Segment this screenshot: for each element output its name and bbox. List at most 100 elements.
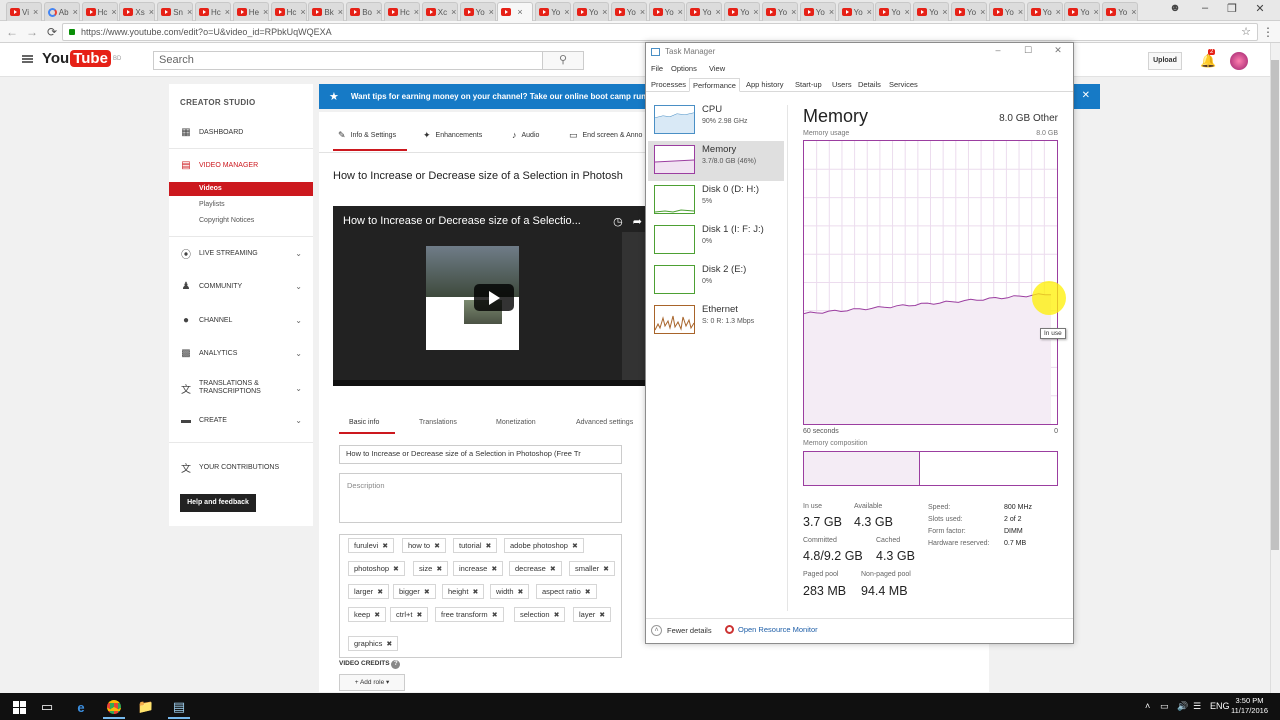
notifications-bell-icon[interactable]: 🔔 (1200, 53, 1216, 69)
close-tab-icon[interactable]: × (1093, 7, 1098, 17)
close-tab-icon[interactable]: × (263, 7, 268, 17)
remove-tag-icon[interactable]: ✖ (550, 566, 556, 573)
bookmark-star-icon[interactable]: ☆ (1241, 25, 1251, 38)
remove-tag-icon[interactable]: ✖ (436, 566, 442, 573)
browser-tab[interactable]: Vi × (6, 2, 42, 21)
task-view-icon[interactable]: ▭ (38, 698, 56, 716)
browser-tab[interactable]: Yo × (724, 2, 761, 21)
play-button[interactable] (474, 284, 514, 311)
remove-tag-icon[interactable]: ✖ (393, 566, 399, 573)
help-and-feedback-button[interactable]: Help and feedback (180, 494, 256, 512)
browser-tab[interactable]: × (497, 2, 534, 21)
resource-disk-0[interactable]: Disk 0 (D: H:) 5% (648, 181, 784, 221)
tag-chip[interactable]: layer ✖ (573, 607, 612, 622)
tag-chip[interactable]: aspect ratio ✖ (536, 584, 597, 599)
browser-tab[interactable]: Xc × (421, 2, 458, 21)
network-icon[interactable]: ▭ (1160, 701, 1169, 712)
browser-tab[interactable]: Yo × (799, 2, 836, 21)
edge-browser-icon[interactable]: e (72, 698, 90, 716)
browser-tab[interactable]: Bo × (346, 2, 383, 21)
remove-tag-icon[interactable]: ✖ (518, 589, 524, 596)
tab-basic-info[interactable]: Basic info (349, 419, 379, 426)
notification-icon[interactable]: ☰ (1193, 701, 1201, 712)
close-tab-icon[interactable]: × (942, 7, 947, 17)
browser-tab[interactable]: He × (232, 2, 269, 21)
sidebar-item-dashboard[interactable]: ▦ DASHBOARD (169, 124, 313, 140)
tag-chip[interactable]: photoshop ✖ (348, 561, 405, 576)
browser-tab[interactable]: Yo × (875, 2, 912, 21)
browser-tab[interactable]: Yo × (913, 2, 950, 21)
resource-cpu[interactable]: CPU 90% 2.98 GHz (648, 101, 784, 141)
remove-tag-icon[interactable]: ✖ (492, 612, 498, 619)
search-input[interactable]: Search (153, 51, 543, 70)
remove-tag-icon[interactable]: ✖ (603, 566, 609, 573)
browser-tab[interactable]: Yo × (1102, 2, 1139, 21)
player-title[interactable]: How to Increase or Decrease size of a Se… (343, 215, 581, 227)
browser-tab[interactable]: Hc × (195, 2, 231, 21)
add-role-button[interactable]: + Add role ▾ (339, 674, 405, 691)
fewer-details-button[interactable]: ˄ Fewer details (651, 625, 712, 636)
tag-chip[interactable]: adobe photoshop ✖ (504, 538, 584, 553)
close-tab-icon[interactable]: × (451, 7, 456, 17)
menu-view[interactable]: View (709, 64, 725, 73)
remove-tag-icon[interactable]: ✖ (386, 641, 392, 648)
browser-tab[interactable]: Yo × (988, 2, 1025, 21)
tag-chip[interactable]: how to ✖ (402, 538, 446, 553)
tab-processes[interactable]: Processes (648, 78, 689, 92)
browser-tab[interactable]: Hc × (81, 2, 118, 21)
close-tab-icon[interactable]: × (640, 7, 645, 17)
close-tab-icon[interactable]: × (300, 7, 305, 17)
tab-startup[interactable]: Start-up (792, 78, 825, 92)
close-tab-icon[interactable]: × (517, 7, 522, 17)
browser-tab[interactable]: Hc × (384, 2, 420, 21)
youtube-logo[interactable]: You Tube BD (42, 50, 121, 67)
tag-chip[interactable]: graphics ✖ (348, 636, 399, 651)
remove-tag-icon[interactable]: ✖ (424, 589, 430, 596)
remove-tag-icon[interactable]: ✖ (374, 612, 380, 619)
restore-icon[interactable]: ❐ (1220, 2, 1244, 15)
address-bar[interactable]: https://www.youtube.com/edit?o=U&video_i… (62, 23, 1258, 41)
close-tab-icon[interactable]: × (414, 7, 419, 17)
remove-tag-icon[interactable]: ✖ (599, 612, 605, 619)
close-tab-icon[interactable]: × (867, 7, 872, 17)
memory-composition-bar[interactable] (803, 451, 1058, 486)
browser-tab[interactable]: Yo × (459, 2, 496, 21)
chrome-menu-icon[interactable]: ⋮ (1262, 25, 1274, 39)
minimize-icon[interactable]: – (1193, 2, 1217, 14)
tab-end-screen[interactable]: ▭ End screen & Anno (569, 130, 642, 141)
sidebar-item-community[interactable]: ♟ COMMUNITY ⌄ (169, 278, 313, 294)
language-indicator[interactable]: ENG (1210, 701, 1230, 711)
task-manager-taskbar-icon[interactable]: ▤ (170, 698, 188, 716)
close-tab-icon[interactable]: × (753, 7, 758, 17)
browser-tab[interactable]: Yo × (610, 2, 647, 21)
back-icon[interactable]: ← (2, 25, 22, 39)
sidebar-item-analytics[interactable]: ▩ ANALYTICS ⌄ (169, 345, 313, 361)
avatar[interactable] (1230, 52, 1248, 70)
system-clock[interactable]: 3:50 PM 11/17/2016 (1231, 696, 1268, 716)
tab-services[interactable]: Services (886, 78, 921, 92)
close-tab-icon[interactable]: × (1131, 7, 1136, 17)
sidebar-item-live-streaming[interactable]: ⦿ LIVE STREAMING ⌄ (169, 245, 313, 261)
share-icon[interactable]: ➦ (633, 215, 642, 228)
remove-tag-icon[interactable]: ✖ (585, 589, 591, 596)
tray-expand-icon[interactable]: ˄ (1145, 701, 1150, 711)
open-resource-monitor-link[interactable]: Open Resource Monitor (725, 625, 818, 634)
tag-chip[interactable]: height ✖ (442, 584, 485, 599)
maximize-icon[interactable]: ☐ (1021, 45, 1035, 56)
close-tab-icon[interactable]: × (489, 7, 494, 17)
tag-chip[interactable]: tutorial ✖ (453, 538, 498, 553)
menu-file[interactable]: File (651, 64, 663, 73)
windows-start-icon[interactable] (10, 698, 28, 716)
reload-icon[interactable]: ⟳ (42, 25, 62, 39)
volume-icon[interactable]: 🔊 (1177, 701, 1188, 712)
tag-chip[interactable]: larger ✖ (348, 584, 390, 599)
remove-tag-icon[interactable]: ✖ (416, 612, 422, 619)
tab-advanced-settings[interactable]: Advanced settings (576, 419, 633, 426)
browser-tab[interactable]: Yo × (762, 2, 798, 21)
video-player[interactable]: How to Increase or Decrease size of a Se… (333, 206, 646, 386)
close-tab-icon[interactable]: × (111, 7, 116, 17)
tag-chip[interactable]: keep ✖ (348, 607, 387, 622)
close-tab-icon[interactable]: × (33, 7, 38, 17)
tab-translations[interactable]: Translations (419, 419, 457, 426)
tab-app-history[interactable]: App history (743, 78, 787, 92)
